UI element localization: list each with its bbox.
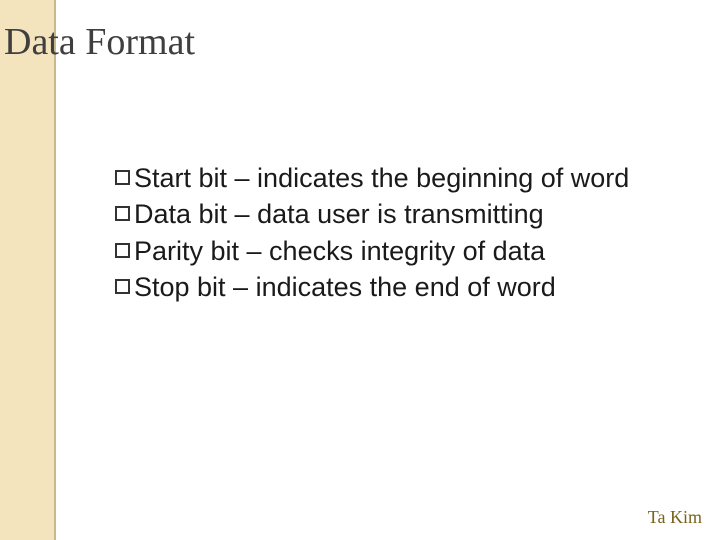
- bullet-item: Data bit – data user is transmitting: [115, 196, 690, 232]
- square-bullet-icon: [115, 243, 130, 258]
- square-bullet-icon: [115, 206, 130, 221]
- decorative-sidebar: [0, 0, 56, 540]
- bullet-item: Start bit – indicates the beginning of w…: [115, 160, 690, 196]
- square-bullet-icon: [115, 170, 130, 185]
- bullet-text: Data bit – data user is transmitting: [134, 199, 544, 229]
- bullet-item: Parity bit – checks integrity of data: [115, 233, 690, 269]
- bullet-text: Stop bit – indicates the end of word: [134, 272, 556, 302]
- square-bullet-icon: [115, 279, 130, 294]
- slide-title: Data Format: [4, 20, 195, 66]
- bullet-text: Parity bit – checks integrity of data: [134, 236, 545, 266]
- bullet-text: Start bit – indicates the beginning of w…: [134, 163, 629, 193]
- bullet-item: Stop bit – indicates the end of word: [115, 269, 690, 305]
- slide-body: Start bit – indicates the beginning of w…: [115, 160, 690, 306]
- slide-footer-author: Ta Kim: [648, 507, 702, 528]
- slide: Data Format Start bit – indicates the be…: [0, 0, 720, 540]
